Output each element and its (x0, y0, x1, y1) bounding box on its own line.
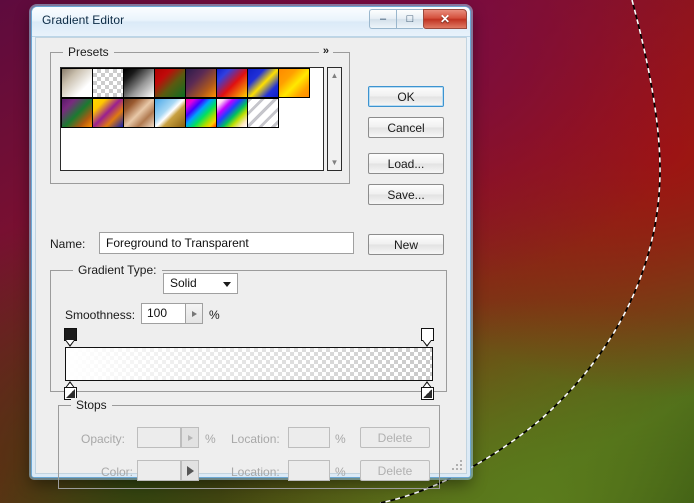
preset-swatch-chrome[interactable] (154, 98, 186, 128)
opacity-location-label: Location: (231, 432, 280, 446)
color-swatch-field (137, 460, 181, 481)
preset-swatch-red-green[interactable] (154, 68, 186, 98)
smoothness-input[interactable]: 100 (141, 303, 185, 324)
title-bar[interactable]: Gradient Editor – □ ✕ (32, 7, 470, 37)
color-label: Color: (101, 465, 134, 479)
preset-swatch-violet-orange[interactable] (185, 68, 217, 98)
gradient-strip-editor (64, 328, 434, 400)
stepper-arrow-icon (191, 310, 197, 317)
preset-swatch-spectrum[interactable] (185, 98, 217, 128)
smoothness-stepper[interactable] (185, 303, 203, 324)
window-controls: – □ ✕ (369, 9, 467, 29)
desktop-background: Gradient Editor – □ ✕ Presets » ▲ ▼ OK C… (0, 0, 694, 503)
preset-swatch-black-to-white[interactable] (123, 68, 155, 98)
opacity-location-unit: % (335, 432, 346, 446)
preset-swatch-foreground-to-background[interactable] (61, 68, 93, 98)
gradient-type-select[interactable]: Solid (163, 273, 238, 294)
gradient-type-group: Gradient Type: Solid Smoothness: 100 % (50, 263, 447, 400)
preset-swatch-yellow-violet-orange-blue[interactable] (92, 98, 124, 128)
opacity-unit: % (205, 432, 216, 446)
scroll-up-icon[interactable]: ▲ (328, 69, 341, 82)
window-title: Gradient Editor (42, 13, 125, 27)
ok-button[interactable]: OK (368, 86, 444, 107)
opacity-label: Opacity: (81, 432, 126, 446)
gradient-editor-window: Gradient Editor – □ ✕ Presets » ▲ ▼ OK C… (31, 6, 471, 489)
preset-row (61, 98, 323, 128)
opacity-stop-pointer-inner (423, 340, 431, 345)
maximize-button[interactable]: □ (396, 9, 423, 29)
preset-swatch-blue-red-yellow[interactable] (216, 68, 248, 98)
color-stop-swatch (421, 387, 434, 400)
presets-scrollbar[interactable]: ▲ ▼ (327, 67, 342, 171)
load-button[interactable]: Load... (368, 153, 444, 174)
preset-swatch-foreground-to-transparent[interactable] (92, 68, 124, 98)
name-label: Name: (50, 237, 86, 251)
opacity-location-input (288, 427, 330, 448)
color-location-input (288, 460, 330, 481)
presets-menu-button[interactable]: » (318, 45, 333, 57)
color-location-unit: % (335, 465, 346, 479)
opacity-stepper (181, 427, 199, 448)
color-location-label: Location: (231, 465, 280, 479)
gradient-preview-fill (66, 348, 432, 380)
opacity-stop-pointer-inner (66, 340, 74, 345)
preset-swatch-transparent-stripes[interactable] (247, 98, 279, 128)
color-delete-button: Delete (360, 460, 430, 481)
name-input[interactable]: Foreground to Transparent (99, 232, 354, 254)
opacity-input (137, 427, 181, 448)
gradient-type-value: Solid (170, 276, 197, 290)
cancel-button[interactable]: Cancel (368, 117, 444, 138)
preset-swatch-violet-green-orange[interactable] (61, 98, 93, 128)
opacity-stop-left[interactable] (64, 328, 77, 347)
presets-list[interactable] (60, 67, 324, 171)
presets-legend: Presets (63, 45, 114, 59)
stops-group: Stops Opacity: % Location: % Delete Colo… (58, 398, 440, 489)
opacity-delete-button: Delete (360, 427, 430, 448)
chevron-down-icon (223, 282, 231, 287)
opacity-stop-right[interactable] (421, 328, 434, 347)
preset-row (61, 68, 323, 98)
minimize-button[interactable]: – (369, 9, 396, 29)
close-button[interactable]: ✕ (423, 9, 467, 29)
preset-swatch-blue-yellow-blue[interactable] (247, 68, 279, 98)
dialog-client-area: Presets » ▲ ▼ OK Cancel Load... Save... … (35, 37, 467, 489)
presets-group: Presets » ▲ ▼ (50, 45, 350, 184)
smoothness-label: Smoothness: (65, 308, 136, 322)
gradient-preview-strip[interactable] (65, 347, 433, 381)
gradient-type-label: Gradient Type: (73, 263, 162, 277)
color-picker-arrow (181, 460, 199, 481)
preset-swatch-copper[interactable] (123, 98, 155, 128)
stepper-arrow-icon (186, 465, 194, 476)
new-button[interactable]: New (368, 234, 444, 255)
preset-swatch-transparent-rainbow[interactable] (216, 98, 248, 128)
preset-swatch-orange-yellow-orange[interactable] (278, 68, 310, 98)
scroll-down-icon[interactable]: ▼ (328, 156, 341, 169)
resize-grip-icon[interactable] (450, 458, 462, 470)
color-stop-right[interactable] (421, 381, 434, 401)
stops-legend: Stops (71, 398, 112, 412)
stepper-arrow-icon (187, 434, 193, 441)
save-button[interactable]: Save... (368, 184, 444, 205)
smoothness-unit: % (209, 308, 220, 322)
